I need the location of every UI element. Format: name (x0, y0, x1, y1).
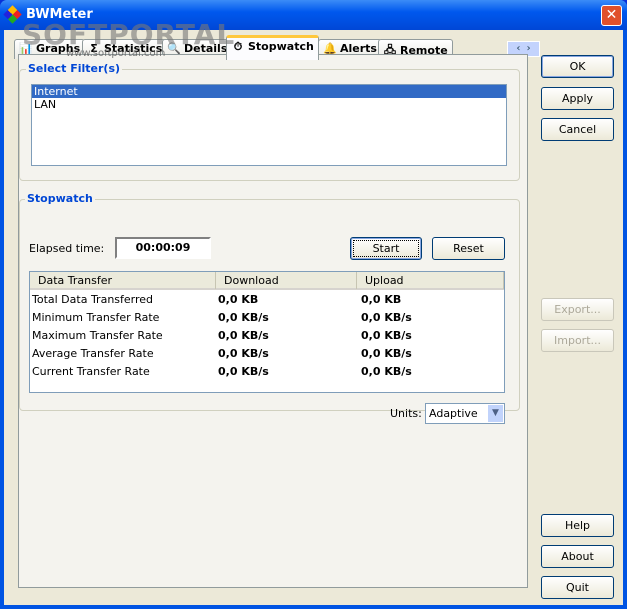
tab-stopwatch[interactable]: ⏱ Stopwatch (226, 35, 319, 60)
app-icon (3, 5, 22, 24)
column-header-upload[interactable]: Upload (357, 272, 504, 290)
elapsed-label: Elapsed time: (29, 242, 105, 255)
client-area: 📊 Graphs Σ Statistics 🔍 Details ⏱ Stopwatch … (4, 18, 623, 605)
download-value: 0,0 KB/s (218, 347, 269, 360)
download-value: 0,0 KB (218, 293, 259, 306)
row-label: Average Transfer Rate (32, 347, 154, 360)
bwmeter-window: BWMeter ✕ 📊 Graphs Σ Statistics 🔍 Details ⏱… (0, 0, 627, 609)
units-label: Units: (390, 407, 422, 420)
row-label: Maximum Transfer Rate (32, 329, 163, 342)
filter-item-internet[interactable]: Internet (32, 85, 506, 98)
column-header-data-transfer[interactable]: Data Transfer (30, 272, 216, 290)
stopwatch-group-title: Stopwatch (25, 192, 95, 205)
upload-value: 0,0 KB (361, 293, 402, 306)
filter-group: Select Filter(s) Internet LAN (19, 62, 520, 181)
row-label: Minimum Transfer Rate (32, 311, 160, 324)
upload-value: 0,0 KB/s (361, 329, 412, 342)
cancel-button[interactable]: Cancel (541, 118, 614, 141)
table-row: Total Data Transferred 0,0 KB 0,0 KB (30, 291, 504, 309)
units-select[interactable]: Adaptive ▼ (425, 403, 505, 424)
title-bar[interactable]: BWMeter ✕ (0, 0, 627, 30)
download-value: 0,0 KB/s (218, 311, 269, 324)
filter-list[interactable]: Internet LAN (31, 84, 507, 166)
filter-group-title: Select Filter(s) (26, 62, 123, 75)
filter-item-lan[interactable]: LAN (32, 98, 506, 111)
start-button[interactable]: Start (350, 237, 422, 260)
elapsed-time: 00:00:09 (115, 237, 211, 259)
table-row: Average Transfer Rate 0,0 KB/s 0,0 KB/s (30, 345, 504, 363)
tab-label: Stopwatch (248, 40, 314, 53)
stopwatch-panel: Select Filter(s) Internet LAN Stopwatch … (18, 54, 528, 588)
chevron-right-icon[interactable]: › (527, 43, 531, 54)
chevron-left-icon[interactable]: ‹ (516, 43, 520, 54)
download-value: 0,0 KB/s (218, 365, 269, 378)
table-row: Maximum Transfer Rate 0,0 KB/s 0,0 KB/s (30, 327, 504, 345)
table-row: Current Transfer Rate 0,0 KB/s 0,0 KB/s (30, 363, 504, 381)
import-button[interactable]: Import... (541, 329, 614, 352)
stopwatch-icon: ⏱ (233, 40, 243, 53)
help-button[interactable]: Help (541, 514, 614, 537)
row-label: Total Data Transferred (32, 293, 154, 306)
upload-value: 0,0 KB/s (361, 347, 412, 360)
table-row: Minimum Transfer Rate 0,0 KB/s 0,0 KB/s (30, 309, 504, 327)
window-title: BWMeter (26, 7, 93, 22)
quit-button[interactable]: Quit (541, 576, 614, 599)
column-header-download[interactable]: Download (216, 272, 357, 290)
about-button[interactable]: About (541, 545, 614, 568)
units-value: Adaptive (429, 407, 478, 420)
ok-button[interactable]: OK (541, 55, 614, 78)
chevron-down-icon[interactable]: ▼ (488, 405, 503, 422)
reset-button[interactable]: Reset (432, 237, 505, 260)
apply-button[interactable]: Apply (541, 87, 614, 110)
export-button[interactable]: Export... (541, 298, 614, 321)
download-value: 0,0 KB/s (218, 329, 269, 342)
row-label: Current Transfer Rate (32, 365, 150, 378)
upload-value: 0,0 KB/s (361, 311, 412, 324)
close-button[interactable]: ✕ (601, 5, 622, 26)
transfer-table: Data Transfer Download Upload Total Data… (29, 271, 505, 393)
upload-value: 0,0 KB/s (361, 365, 412, 378)
